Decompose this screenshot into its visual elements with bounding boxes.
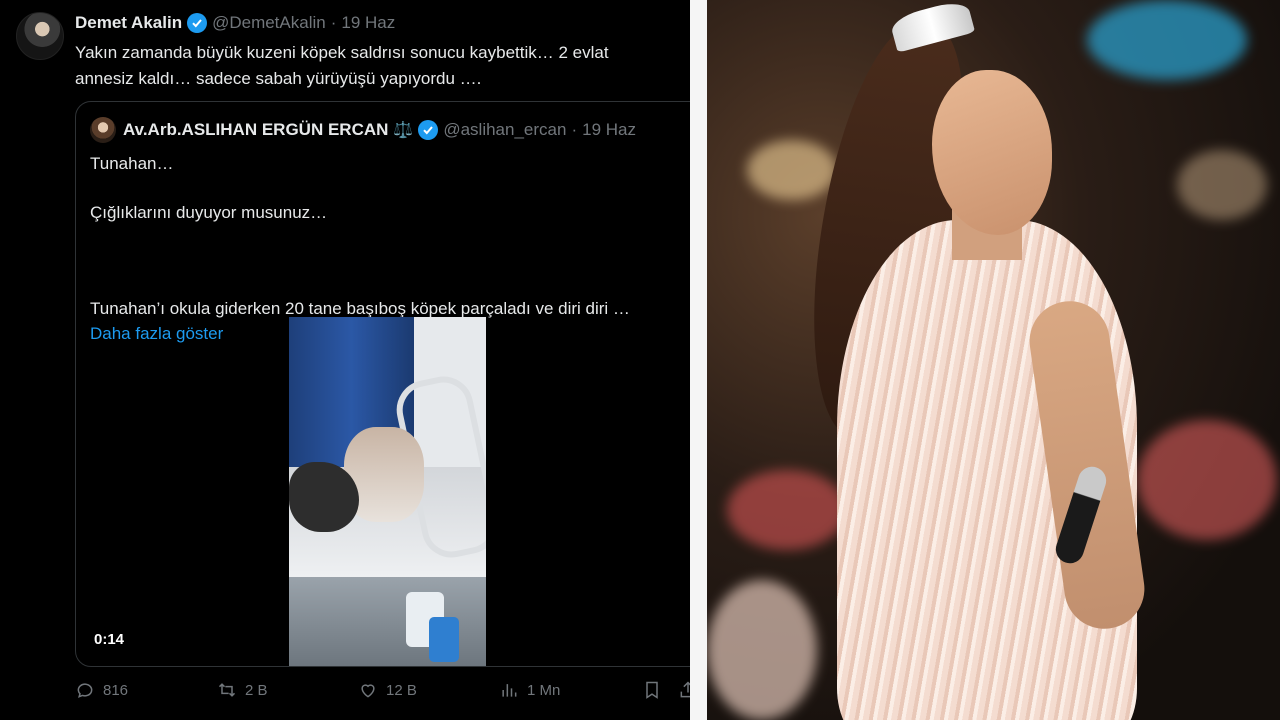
- reply-button[interactable]: 816: [75, 680, 128, 700]
- video-frame-equipment: [429, 617, 459, 662]
- views-count: 1 Mn: [527, 681, 561, 699]
- quoted-tweet-card[interactable]: Av.Arb.ASLIHAN ERGÜN ERCAN ⚖️ @aslihan_e…: [75, 101, 690, 667]
- share-button[interactable]: [678, 680, 690, 700]
- quote-text-line: Çığlıklarını duyuyor musunuz…: [90, 203, 328, 222]
- tweet-text: Yakın zamanda büyük kuzeni köpek saldrıs…: [75, 40, 675, 92]
- scales-emoji: ⚖️: [393, 122, 414, 139]
- action-bar: 816 2 B 12 B 1 Mn: [0, 680, 690, 708]
- quote-author-avatar[interactable]: [90, 117, 116, 143]
- reply-icon: [77, 683, 93, 698]
- author-name[interactable]: Demet Akalin: [75, 13, 182, 33]
- stage-light: [1137, 420, 1277, 540]
- quote-header: Av.Arb.ASLIHAN ERGÜN ERCAN ⚖️ @aslihan_e…: [123, 120, 636, 140]
- stage-light: [747, 140, 837, 200]
- stage-light: [727, 470, 847, 550]
- share-icon: [680, 681, 690, 698]
- stage-light: [1177, 150, 1267, 220]
- author-avatar[interactable]: [16, 12, 64, 60]
- like-count: 12 B: [386, 681, 417, 699]
- video-player[interactable]: [289, 317, 486, 666]
- tweet-text-line: annesiz kaldı… sadece sabah yürüyüşü yap…: [75, 69, 482, 88]
- verified-badge-icon: [187, 13, 208, 33]
- panel-divider: [690, 0, 707, 720]
- retweet-count: 2 B: [245, 681, 268, 699]
- bookmark-icon: [646, 681, 658, 699]
- separator-dot: ·: [571, 120, 578, 139]
- tweet-date[interactable]: 19 Haz: [341, 13, 395, 33]
- quote-text-line: Tunahan…: [90, 154, 174, 173]
- like-button[interactable]: 12 B: [358, 680, 417, 700]
- tweet-header: Demet Akalin @DemetAkalin · 19 Haz: [75, 13, 395, 33]
- quote-author-name[interactable]: Av.Arb.ASLIHAN ERGÜN ERCAN: [123, 120, 388, 140]
- singer-stage-photo: [707, 0, 1280, 720]
- verified-badge-icon: [418, 120, 439, 140]
- views-button[interactable]: 1 Mn: [499, 680, 560, 700]
- separator-dot: ·: [330, 13, 337, 32]
- retweet-icon: [218, 683, 236, 697]
- stage-light: [707, 580, 817, 720]
- bookmark-button[interactable]: [642, 680, 662, 700]
- author-handle[interactable]: @DemetAkalin: [212, 13, 326, 33]
- reply-count: 816: [103, 681, 129, 699]
- like-icon: [361, 684, 375, 698]
- quote-author-handle[interactable]: @aslihan_ercan: [443, 120, 566, 140]
- video-timestamp: 0:14: [94, 631, 125, 648]
- stage-light: [1087, 0, 1247, 80]
- tweet-panel: Demet Akalin @DemetAkalin · 19 Haz Yakın…: [0, 0, 690, 720]
- retweet-button[interactable]: 2 B: [217, 680, 268, 700]
- quote-date[interactable]: 19 Haz: [582, 120, 636, 140]
- tweet-text-line: Yakın zamanda büyük kuzeni köpek saldrıs…: [75, 43, 609, 62]
- views-icon: [502, 684, 517, 697]
- show-more-link[interactable]: Daha fazla göster: [90, 322, 223, 346]
